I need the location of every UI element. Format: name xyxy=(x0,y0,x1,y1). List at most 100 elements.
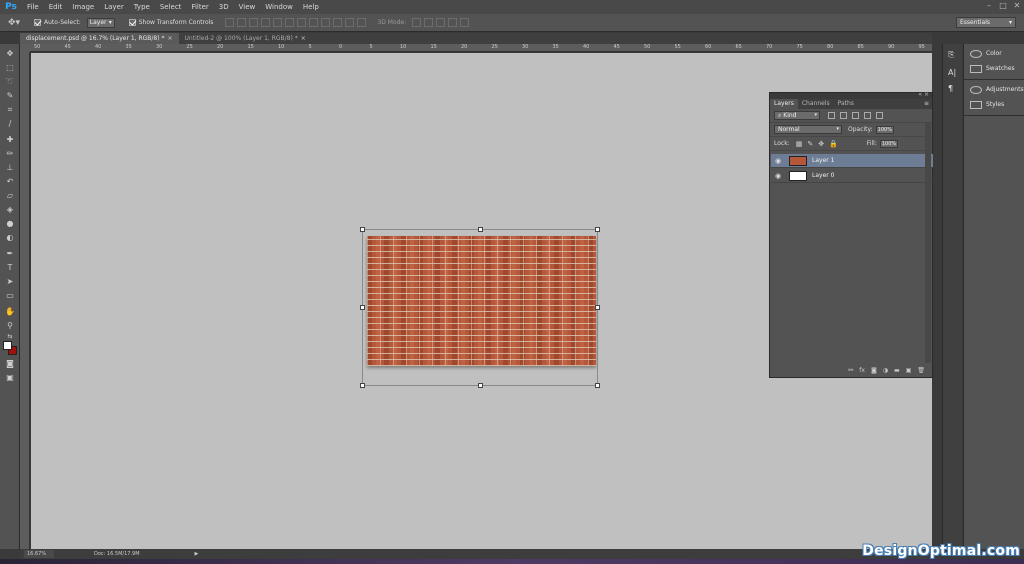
distribute-bottom-icon[interactable] xyxy=(321,18,331,27)
adjustment-filter-icon[interactable] xyxy=(840,112,847,119)
screen-mode-icon[interactable]: ▣ xyxy=(3,372,17,384)
move-tool-preset-icon[interactable]: ✥▾ xyxy=(0,18,28,28)
lasso-tool-icon[interactable]: ➰ xyxy=(3,76,17,88)
show-transform-controls-checkbox[interactable]: Show Transform Controls xyxy=(128,19,213,26)
menu-image[interactable]: Image xyxy=(67,0,99,14)
3d-slide-icon[interactable] xyxy=(448,18,458,27)
3d-drag-icon[interactable] xyxy=(436,18,446,27)
transform-handle-left[interactable] xyxy=(360,305,365,310)
transform-handle-top[interactable] xyxy=(478,227,483,232)
brush-tool-icon[interactable]: ✏ xyxy=(3,148,17,160)
3d-scale-icon[interactable] xyxy=(460,18,470,27)
menu-3d[interactable]: 3D xyxy=(214,0,234,14)
menu-layer[interactable]: Layer xyxy=(99,0,129,14)
close-tab-icon[interactable]: × xyxy=(168,35,173,42)
horizontal-ruler[interactable]: 50 45 40 35 30 25 20 15 10 5 0 5 10 15 20 25 30 35 40 45 50 5… xyxy=(30,44,932,52)
eraser-tool-icon[interactable]: ▱ xyxy=(3,190,17,202)
move-tool-icon[interactable]: ✥ xyxy=(3,48,17,60)
hand-tool-icon[interactable]: ✋ xyxy=(3,306,17,318)
dock-item-styles[interactable]: Styles xyxy=(964,97,1024,112)
quick-select-tool-icon[interactable]: ✎ xyxy=(3,90,17,102)
lock-all-icon[interactable]: 🔒 xyxy=(829,140,838,148)
align-bottom-icon[interactable] xyxy=(249,18,259,27)
layers-scrollbar[interactable] xyxy=(925,123,931,363)
transform-handle-bottom-right[interactable] xyxy=(595,383,600,388)
link-layers-icon[interactable]: ⚯ xyxy=(848,367,853,374)
align-left-icon[interactable] xyxy=(261,18,271,27)
distribute-top-icon[interactable] xyxy=(297,18,307,27)
align-right-icon[interactable] xyxy=(285,18,295,27)
pen-tool-icon[interactable]: ✒ xyxy=(3,248,17,260)
filter-kind-dropdown[interactable]: ⌕ Kind xyxy=(774,111,820,120)
visibility-eye-icon[interactable]: ◉ xyxy=(771,172,785,180)
layer-row-layer-0[interactable]: ◉ Layer 0 xyxy=(771,169,933,183)
auto-select-checkbox[interactable]: Auto-Select: xyxy=(34,19,81,26)
path-select-tool-icon[interactable]: ➤ xyxy=(3,276,17,288)
blend-mode-dropdown[interactable]: Normal xyxy=(774,125,842,134)
transform-handle-bottom-left[interactable] xyxy=(360,383,365,388)
menu-type[interactable]: Type xyxy=(129,0,155,14)
close-button[interactable]: ✕ xyxy=(1010,0,1024,12)
foreground-color-swatch[interactable] xyxy=(3,341,12,350)
3d-rotate-icon[interactable] xyxy=(412,18,422,27)
menu-filter[interactable]: Filter xyxy=(186,0,213,14)
dock-item-swatches[interactable]: Swatches xyxy=(964,61,1024,76)
dock-item-adjustments[interactable]: Adjustments xyxy=(964,82,1024,97)
shape-filter-icon[interactable] xyxy=(864,112,871,119)
fill-field[interactable]: 100% xyxy=(879,139,898,148)
transform-bounding-box[interactable] xyxy=(362,229,598,386)
panel-menu-icon[interactable]: ≡ xyxy=(924,99,932,109)
minimize-button[interactable]: – xyxy=(982,0,996,12)
collapse-panel-icon[interactable]: « × xyxy=(918,91,929,98)
transform-handle-top-left[interactable] xyxy=(360,227,365,232)
history-panel-icon[interactable]: ⎘ xyxy=(948,50,954,60)
rectangle-tool-icon[interactable]: ▭ xyxy=(3,290,17,302)
workspace-dropdown[interactable]: Essentials xyxy=(956,17,1016,28)
dodge-tool-icon[interactable]: ◐ xyxy=(3,232,17,244)
menu-select[interactable]: Select xyxy=(155,0,187,14)
menu-view[interactable]: View xyxy=(234,0,261,14)
align-top-icon[interactable] xyxy=(225,18,235,27)
panel-title-bar[interactable]: « × xyxy=(770,91,932,99)
character-panel-icon[interactable]: A| xyxy=(948,68,956,77)
menu-file[interactable]: File xyxy=(22,0,44,14)
transform-handle-top-right[interactable] xyxy=(595,227,600,232)
align-center-icon[interactable] xyxy=(273,18,283,27)
history-brush-tool-icon[interactable]: ↶ xyxy=(3,176,17,188)
paragraph-panel-icon[interactable]: ¶ xyxy=(948,84,953,93)
tab-paths[interactable]: Paths xyxy=(834,99,858,109)
opacity-field[interactable]: 100% xyxy=(875,125,894,134)
menu-edit[interactable]: Edit xyxy=(44,0,68,14)
healing-brush-tool-icon[interactable]: ✚ xyxy=(3,134,17,146)
blur-tool-icon[interactable]: ● xyxy=(3,218,17,230)
vertical-ruler[interactable] xyxy=(20,52,30,549)
tab-untitled-2[interactable]: Untitled-2 @ 100% (Layer 1, RGB/8) * × xyxy=(179,33,312,44)
new-group-icon[interactable]: ▬ xyxy=(894,367,900,374)
distribute-center-icon[interactable] xyxy=(345,18,355,27)
lock-transparency-icon[interactable]: ▦ xyxy=(796,140,803,148)
add-mask-icon[interactable]: ◙ xyxy=(871,367,877,374)
tab-displacement[interactable]: displacement.psd @ 16.7% (Layer 1, RGB/8… xyxy=(20,33,179,44)
distribute-middle-icon[interactable] xyxy=(309,18,319,27)
new-layer-icon[interactable]: ▣ xyxy=(906,367,912,374)
smart-object-filter-icon[interactable] xyxy=(876,112,883,119)
eyedropper-tool-icon[interactable]: ∕ xyxy=(3,118,17,130)
lock-position-icon[interactable]: ✥ xyxy=(818,140,824,148)
adjustment-layer-icon[interactable]: ◑ xyxy=(883,367,888,374)
paint-bucket-tool-icon[interactable]: ◈ xyxy=(3,204,17,216)
type-tool-icon[interactable]: T xyxy=(3,262,17,274)
quick-mask-icon[interactable]: ◙ xyxy=(3,358,17,370)
distribute-left-icon[interactable] xyxy=(333,18,343,27)
tab-channels[interactable]: Channels xyxy=(798,99,834,109)
menu-help[interactable]: Help xyxy=(298,0,324,14)
distribute-right-icon[interactable] xyxy=(357,18,367,27)
dock-item-color[interactable]: Color xyxy=(964,46,1024,61)
marquee-tool-icon[interactable]: ⬚ xyxy=(3,62,17,74)
delete-layer-icon[interactable]: 🗑 xyxy=(917,367,925,374)
lock-pixels-icon[interactable]: ✎ xyxy=(807,140,813,148)
auto-select-dropdown[interactable]: Layer xyxy=(86,17,115,28)
crop-tool-icon[interactable]: ⌗ xyxy=(3,104,17,116)
layer-row-layer-1[interactable]: ◉ Layer 1 xyxy=(771,154,933,168)
fx-icon[interactable]: fx xyxy=(859,367,865,374)
transform-handle-bottom[interactable] xyxy=(478,383,483,388)
